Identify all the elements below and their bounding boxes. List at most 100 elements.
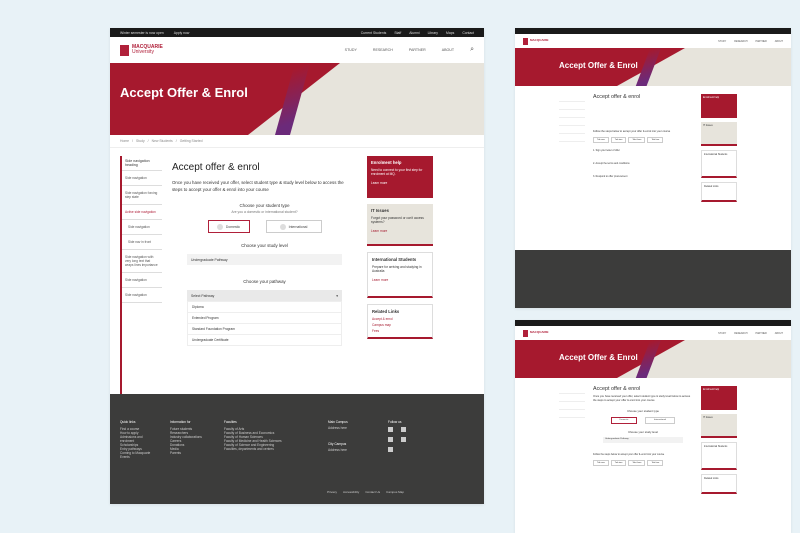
enrolment-help-card[interactable]: Enrolment help — [701, 386, 737, 410]
sidenav-item-1[interactable]: Side navigation — [122, 171, 162, 186]
tab-four[interactable]: Tab four — [647, 459, 664, 466]
nav-study[interactable]: STUDY — [345, 48, 357, 52]
nav-about[interactable]: ABOUT — [775, 332, 783, 335]
sidenav-item-7[interactable]: Side navigation — [122, 273, 162, 288]
breadcrumb-study[interactable]: Study — [136, 139, 145, 143]
footer-link[interactable]: Events — [120, 455, 156, 459]
nav-study[interactable]: STUDY — [718, 40, 726, 43]
footer-col-information: Information for Future students Research… — [170, 420, 210, 459]
utility-link-contact[interactable]: Contact — [462, 31, 474, 35]
international-button[interactable]: International — [645, 416, 675, 424]
twitter-icon[interactable] — [401, 427, 406, 432]
nav-research[interactable]: RESEARCH — [734, 332, 747, 335]
related-link[interactable]: Campus map — [372, 323, 428, 327]
search-icon[interactable]: ⌕ — [470, 46, 474, 54]
footer-link[interactable]: Parents — [170, 451, 210, 455]
pathway-option[interactable]: Extended Program — [188, 313, 341, 325]
site-logo[interactable]: MACQUARIE University — [120, 44, 163, 56]
step-intro: Follow the steps below to accept your of… — [593, 130, 671, 133]
utility-link-library[interactable]: Library — [428, 31, 438, 35]
tab-one[interactable]: Tab one — [593, 137, 609, 143]
tab-three[interactable]: Tab three — [628, 459, 646, 466]
pathway-options-list: Diploma Extended Program Standard Founda… — [187, 301, 342, 347]
enrolment-help-card[interactable]: Enrolment help Need to connect to your f… — [367, 156, 433, 198]
main-column: Accept offer & enrol Once you have recei… — [172, 156, 357, 395]
international-card[interactable]: International Students — [701, 150, 737, 178]
related-links-card: Related Links — [701, 182, 737, 202]
utility-link-alumni[interactable]: Alumni — [409, 31, 419, 35]
international-button[interactable]: International — [265, 220, 322, 234]
domestic-button[interactable]: Domestic — [207, 220, 250, 234]
campus-title: City Campus — [328, 442, 347, 446]
study-level-select[interactable]: Undergraduate Pathway — [603, 436, 683, 443]
nav-partner[interactable]: PARTNER — [756, 40, 767, 43]
contact-link[interactable]: Contact Us — [365, 490, 380, 494]
site-logo[interactable]: MACQUARIE — [523, 37, 549, 45]
utility-announcement[interactable]: Winter semester is now open — [120, 31, 164, 35]
sidenav-item-5[interactable]: Side nav in front — [122, 235, 162, 250]
it-issues-card[interactable]: IT Issues — [701, 122, 737, 146]
nav-about[interactable]: ABOUT — [442, 48, 454, 52]
related-links-card: Related Links — [701, 474, 737, 494]
card-title: Enrolment help — [703, 388, 720, 391]
footer-link[interactable]: Faculties, departments and centres — [224, 447, 284, 451]
accessibility-link[interactable]: Accessibility — [343, 490, 359, 494]
side-navigation — [559, 94, 585, 236]
footer-social: Follow us — [388, 420, 418, 459]
sidenav-item-6[interactable]: Side navigation with very long text that… — [122, 250, 162, 273]
content-area: Side navigation heading Side navigation … — [110, 148, 484, 403]
domestic-button[interactable]: Domestic — [611, 416, 637, 424]
sidenav-heading[interactable]: Side navigation heading — [122, 156, 162, 171]
campus-map-link[interactable]: Campus Map — [386, 490, 404, 494]
tab-one[interactable]: Tab one — [593, 459, 609, 466]
it-issues-card[interactable]: IT Issues — [701, 414, 737, 438]
linkedin-icon[interactable] — [388, 447, 393, 452]
card-link[interactable]: Learn more — [371, 181, 429, 185]
related-link[interactable]: Accept & enrol — [372, 317, 428, 321]
privacy-link[interactable]: Privacy — [327, 490, 337, 494]
sidebar-cards: Enrolment help IT Issues International S… — [701, 386, 737, 494]
sidenav-item-8[interactable]: Side navigation — [122, 288, 162, 303]
sidenav-item-2[interactable]: Side navigation forcing step state — [122, 186, 162, 205]
pathway-option[interactable]: Standard Foundation Program — [188, 324, 341, 336]
tab-three[interactable]: Tab three — [628, 137, 646, 143]
breadcrumb-new-students[interactable]: New Students — [152, 139, 173, 143]
utility-link-current-students[interactable]: Current Students — [361, 31, 387, 35]
youtube-icon[interactable] — [388, 437, 393, 442]
pathway-option[interactable]: Undergraduate Certificate — [188, 335, 341, 345]
related-link[interactable]: Fees — [372, 329, 428, 333]
facebook-icon[interactable] — [388, 427, 393, 432]
international-card[interactable]: International Students Prepare for arriv… — [367, 252, 433, 298]
international-card[interactable]: International Students — [701, 442, 737, 470]
utility-link-staff[interactable]: Staff — [394, 31, 401, 35]
step-item: 3. Respond to offer procurement — [593, 175, 628, 178]
card-link[interactable]: Learn more — [372, 278, 428, 282]
nav-about[interactable]: ABOUT — [775, 40, 783, 43]
tab-two[interactable]: Tab two — [610, 137, 627, 143]
follow-title: Follow us — [388, 420, 402, 424]
sidenav-item-active[interactable]: Active side navigation — [122, 205, 162, 220]
breadcrumb-home[interactable]: Home — [120, 139, 129, 143]
utility-link-maps[interactable]: Maps — [446, 31, 454, 35]
tab-two[interactable]: Tab two — [610, 459, 627, 466]
study-level-select[interactable]: Undergraduate Pathway — [187, 254, 342, 266]
sidenav-item-4[interactable]: Side navigation — [122, 220, 162, 235]
nav-study[interactable]: STUDY — [718, 332, 726, 335]
instagram-icon[interactable] — [401, 437, 406, 442]
utility-apply-link[interactable]: Apply now — [174, 31, 190, 35]
nav-research[interactable]: RESEARCH — [373, 48, 393, 52]
it-issues-card[interactable]: IT Issues Forgot your password or can't … — [367, 204, 433, 246]
enrolment-help-card[interactable]: Enrolment help — [701, 94, 737, 118]
nav-research[interactable]: RESEARCH — [734, 40, 747, 43]
pathway-option[interactable]: Diploma — [188, 302, 341, 314]
site-header: MACQUARIE STUDY RESEARCH PARTNER ABOUT — [515, 326, 791, 340]
tab-four[interactable]: Tab four — [647, 137, 664, 143]
site-logo[interactable]: MACQUARIE — [523, 329, 549, 337]
card-title: International Students — [704, 153, 728, 156]
nav-partner[interactable]: PARTNER — [756, 332, 767, 335]
pathway-dropdown[interactable]: Select Pathway ▾ — [187, 290, 342, 302]
card-link[interactable]: Learn more — [371, 229, 429, 233]
card-title: Enrolment help — [703, 96, 720, 99]
nav-partner[interactable]: PARTNER — [409, 48, 426, 52]
footer-link[interactable]: Admissions and enrolment — [120, 435, 156, 443]
